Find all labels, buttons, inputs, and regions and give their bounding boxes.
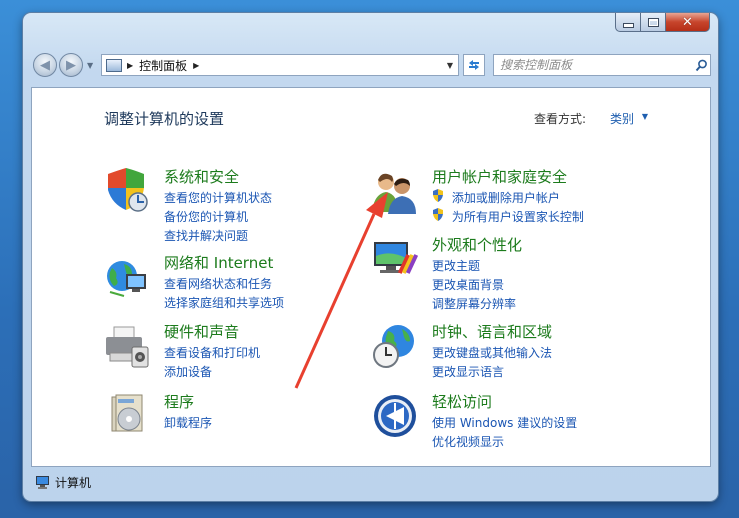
link-parental-controls[interactable]: 为所有用户设置家长控制 (432, 208, 584, 227)
close-button[interactable]: ✕ (666, 13, 710, 32)
link-find-fix-problems[interactable]: 查找并解决问题 (164, 227, 272, 246)
search-box (493, 54, 711, 76)
link-text: 为所有用户设置家长控制 (451, 210, 584, 224)
programs-icon[interactable] (104, 393, 150, 439)
category-title[interactable]: 网络和 Internet (164, 252, 273, 273)
link-homegroup-sharing[interactable]: 选择家庭组和共享选项 (164, 294, 284, 313)
navigation-bar: ◀ ▶ ▼ ▶ 控制面板 ▶ ▼ (31, 51, 711, 81)
uac-shield-icon (433, 189, 443, 202)
link-add-device[interactable]: 添加设备 (164, 363, 260, 382)
category-title[interactable]: 硬件和声音 (164, 321, 239, 342)
link-change-keyboard-input[interactable]: 更改键盘或其他输入法 (432, 344, 552, 363)
view-by-label: 查看方式: (533, 112, 586, 126)
link-change-desktop-background[interactable]: 更改桌面背景 (432, 276, 516, 295)
link-uninstall-program[interactable]: 卸载程序 (164, 414, 212, 433)
shield-icon[interactable] (104, 168, 150, 214)
close-icon: ✕ (682, 14, 693, 30)
printer-icon[interactable] (104, 323, 150, 369)
address-bar[interactable]: ▶ 控制面板 ▶ ▼ (101, 54, 459, 76)
control-panel-window: ✕ ◀ ▶ ▼ ▶ 控制面板 ▶ ▼ 调整计算机的设置 查看方式: 类别 (23, 13, 718, 501)
back-button[interactable]: ◀ (33, 53, 57, 77)
control-panel-icon (106, 58, 122, 72)
caption-buttons: ✕ (615, 13, 710, 33)
status-bar: 计算机 (31, 471, 711, 493)
link-windows-recommended-settings[interactable]: 使用 Windows 建议的设置 (432, 414, 577, 433)
appearance-icon[interactable] (372, 236, 418, 282)
category-title[interactable]: 外观和个性化 (432, 234, 522, 255)
link-view-computer-status[interactable]: 查看您的计算机状态 (164, 189, 272, 208)
link-view-network-status[interactable]: 查看网络状态和任务 (164, 275, 284, 294)
page-title: 调整计算机的设置 (104, 110, 225, 128)
status-text: 计算机 (55, 475, 92, 490)
category-title[interactable]: 系统和安全 (164, 166, 239, 187)
link-optimize-video-display[interactable]: 优化视频显示 (432, 433, 577, 452)
recent-pages-button[interactable]: ▼ (87, 61, 93, 70)
minimize-icon (622, 22, 634, 28)
category-title[interactable]: 程序 (164, 391, 194, 412)
users-icon[interactable] (372, 168, 418, 214)
breadcrumb-separator-icon[interactable]: ▶ (193, 61, 199, 70)
clock-globe-icon[interactable] (372, 323, 418, 369)
chevron-down-icon[interactable]: ▼ (642, 112, 648, 121)
search-icon[interactable] (692, 59, 710, 72)
link-adjust-resolution[interactable]: 调整屏幕分辨率 (432, 295, 516, 314)
minimize-button[interactable] (615, 13, 641, 32)
maximize-button[interactable] (641, 13, 666, 32)
address-dropdown-button[interactable]: ▼ (442, 55, 458, 75)
content-pane: 调整计算机的设置 查看方式: 类别 ▼ 系统和安全 查看您的计算机状态 备份您的… (31, 87, 711, 467)
category-title[interactable]: 用户帐户和家庭安全 (432, 166, 567, 187)
forward-button[interactable]: ▶ (59, 53, 83, 77)
computer-icon (36, 475, 49, 489)
ease-of-access-icon[interactable] (372, 393, 418, 439)
link-change-display-language[interactable]: 更改显示语言 (432, 363, 552, 382)
refresh-icon (469, 60, 479, 70)
refresh-button[interactable] (463, 54, 485, 76)
view-by-dropdown[interactable]: 类别 (610, 110, 634, 127)
link-text: 添加或删除用户帐户 (451, 191, 560, 205)
maximize-icon (647, 17, 659, 27)
category-title[interactable]: 时钟、语言和区域 (432, 321, 552, 342)
breadcrumb-separator-icon[interactable]: ▶ (127, 61, 133, 70)
arrow-left-icon: ◀ (40, 57, 50, 73)
search-input[interactable] (494, 57, 692, 73)
link-add-remove-accounts[interactable]: 添加或删除用户帐户 (432, 189, 584, 208)
link-view-devices-printers[interactable]: 查看设备和打印机 (164, 344, 260, 363)
link-backup-computer[interactable]: 备份您的计算机 (164, 208, 272, 227)
category-title[interactable]: 轻松访问 (432, 391, 492, 412)
arrow-right-icon: ▶ (66, 57, 76, 73)
breadcrumb-control-panel[interactable]: 控制面板 (139, 57, 187, 74)
uac-shield-icon (433, 208, 443, 221)
network-globe-icon[interactable] (104, 254, 150, 300)
link-change-theme[interactable]: 更改主题 (432, 257, 516, 276)
